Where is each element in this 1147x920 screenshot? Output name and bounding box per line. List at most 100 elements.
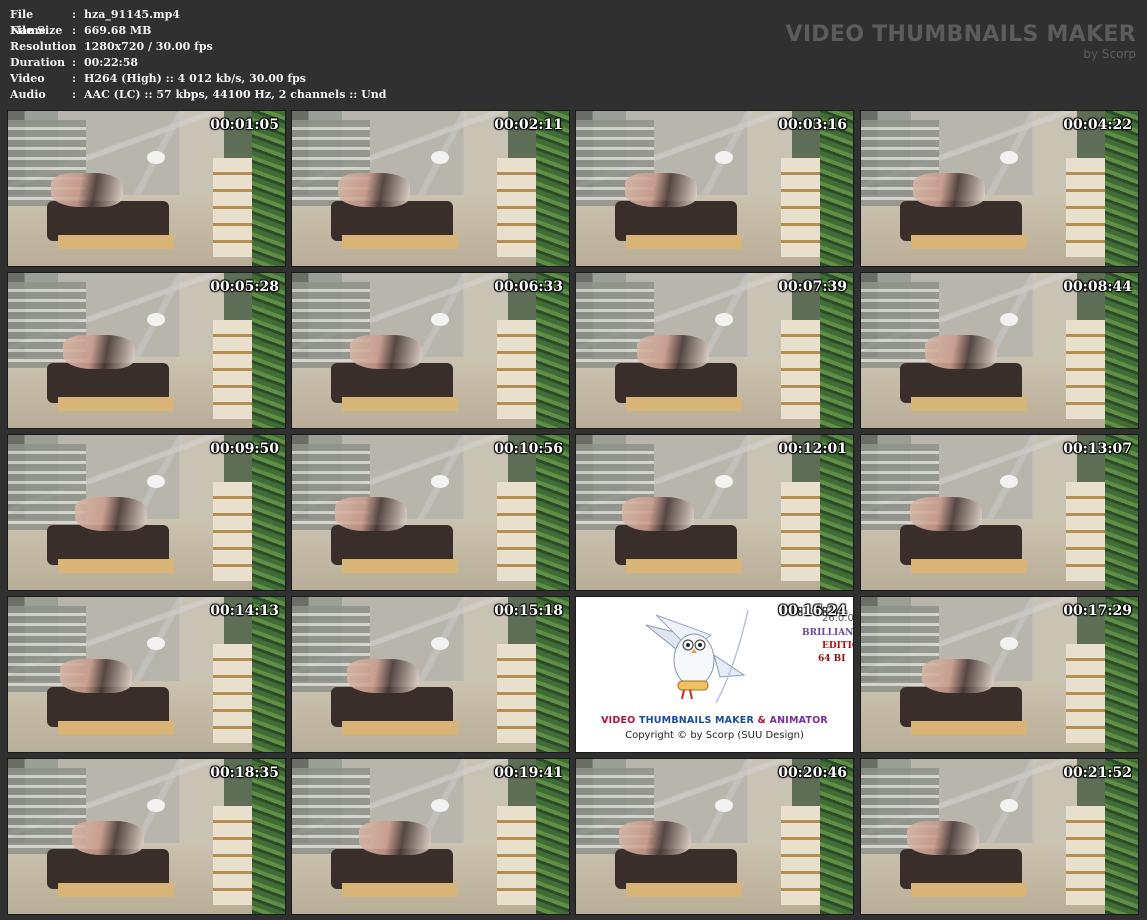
timestamp-label: 00:07:39: [778, 279, 847, 295]
scene-figure: [619, 821, 692, 856]
video-thumbnail[interactable]: 00:21:52: [860, 758, 1139, 915]
scene-stool: [430, 637, 449, 651]
scene-shelf: [213, 157, 252, 257]
timestamp-label: 00:08:44: [1063, 279, 1132, 295]
video-thumbnail[interactable]: 00:12:01: [575, 434, 854, 591]
scene-figure: [622, 497, 695, 532]
video-thumbnail[interactable]: 00:14:13: [7, 596, 286, 753]
video-thumbnail[interactable]: 00:15:18: [291, 596, 570, 753]
brand-title: VIDEO THUMBNAILS MAKER: [785, 22, 1136, 47]
meta-sep: :: [72, 72, 77, 85]
meta-sep: :: [72, 88, 77, 101]
scene-table-edge: [57, 559, 175, 573]
owl-logo-icon: [645, 609, 749, 704]
scene-stool: [714, 313, 733, 327]
video-thumbnail[interactable]: 00:04:22: [860, 110, 1139, 267]
scene-shelf: [781, 481, 820, 581]
timestamp-label: 00:18:35: [210, 765, 279, 781]
timestamp-label: 00:16:24: [778, 603, 847, 619]
scene-plant: [819, 273, 853, 428]
scene-plant: [251, 273, 285, 428]
scene-plant: [1104, 435, 1138, 590]
scene-shelf: [781, 157, 820, 257]
meta-value: 669.68 MB: [84, 24, 152, 37]
scene-plant: [251, 435, 285, 590]
brand-logo: VIDEO THUMBNAILS MAKER by Scorp: [786, 22, 1137, 60]
video-thumbnail[interactable]: 00:07:39: [575, 272, 854, 429]
video-thumbnail[interactable]: 00:10:56: [291, 434, 570, 591]
scene-figure: [75, 497, 148, 532]
meta-row: Duration:00:22:58: [10, 55, 386, 71]
scene-plant: [1104, 273, 1138, 428]
scene-figure: [913, 173, 986, 208]
meta-sep: :: [72, 8, 77, 21]
scene-plant: [535, 597, 569, 752]
timestamp-label: 00:17:29: [1063, 603, 1132, 619]
scene-stool: [146, 799, 165, 813]
scene-shelf: [213, 481, 252, 581]
scene-table-edge: [57, 721, 175, 735]
scene-figure: [63, 335, 136, 370]
meta-key: Audio: [10, 88, 46, 101]
scene-table-edge: [910, 883, 1028, 897]
scene-shelf: [1066, 481, 1105, 581]
scene-figure: [925, 335, 998, 370]
meta-key: File Name: [10, 8, 46, 37]
scene-plant: [535, 435, 569, 590]
scene-stool: [999, 313, 1018, 327]
timestamp-label: 00:03:16: [778, 117, 847, 133]
scene-plant: [1104, 111, 1138, 266]
timestamp-label: 00:09:50: [210, 441, 279, 457]
video-thumbnail[interactable]: 00:06:33: [291, 272, 570, 429]
scene-table-edge: [341, 235, 459, 249]
scene-shelf: [1066, 805, 1105, 905]
meta-row: Video: H264 (High) :: 4 012 kb/s, 30.00 f…: [10, 71, 386, 87]
video-thumbnail[interactable]: 00:08:44: [860, 272, 1139, 429]
video-thumbnail[interactable]: 00:02:11: [291, 110, 570, 267]
promo-thumbnail: 26.0.0BRILLIANCEDITIC64 BIVIDEO THUMBNAI…: [575, 596, 854, 753]
scene-shelf: [497, 805, 536, 905]
scene-plant: [1104, 597, 1138, 752]
scene-figure: [51, 173, 124, 208]
scene-table-edge: [625, 559, 743, 573]
scene-table-edge: [341, 721, 459, 735]
meta-key: Duration: [10, 56, 66, 69]
video-thumbnail[interactable]: 00:03:16: [575, 110, 854, 267]
scene-shelf: [1066, 157, 1105, 257]
video-thumbnail[interactable]: 00:09:50: [7, 434, 286, 591]
timestamp-label: 00:21:52: [1063, 765, 1132, 781]
video-thumbnail[interactable]: 00:01:05: [7, 110, 286, 267]
scene-figure: [359, 821, 432, 856]
video-thumbnail[interactable]: 00:05:28: [7, 272, 286, 429]
scene-rack: [8, 444, 86, 530]
scene-shelf: [497, 643, 536, 743]
scene-figure: [907, 821, 980, 856]
edition-label: 64 BI: [818, 654, 846, 664]
product-name-part: &: [757, 715, 767, 726]
scene-table-edge: [341, 883, 459, 897]
scene-shelf: [1066, 319, 1105, 419]
scene-figure: [637, 335, 710, 370]
video-thumbnail[interactable]: 00:17:29: [860, 596, 1139, 753]
video-thumbnail[interactable]: 00:20:46: [575, 758, 854, 915]
scene-shelf: [213, 319, 252, 419]
scene-shelf: [781, 805, 820, 905]
video-thumbnail[interactable]: 00:19:41: [291, 758, 570, 915]
scene-plant: [819, 759, 853, 914]
scene-stool: [430, 313, 449, 327]
product-name-part: ANIMATOR: [769, 715, 828, 726]
brand-by: by Scorp: [1083, 47, 1136, 61]
scene-table-edge: [57, 397, 175, 411]
file-info: File Name: hza_91145.mp4 File Size:669.68 …: [10, 7, 386, 103]
scene-table-edge: [625, 235, 743, 249]
meta-value: hza_91145.mp4: [84, 8, 180, 21]
scene-stool: [714, 151, 733, 165]
video-thumbnail[interactable]: 00:18:35: [7, 758, 286, 915]
product-name-part: THUMBNAILS MAKER: [638, 715, 754, 726]
scene-stool: [999, 799, 1018, 813]
scene-table-edge: [57, 235, 175, 249]
scene-plant: [251, 597, 285, 752]
video-thumbnail[interactable]: 00:13:07: [860, 434, 1139, 591]
scene-table-edge: [625, 397, 743, 411]
scene-shelf: [497, 319, 536, 419]
